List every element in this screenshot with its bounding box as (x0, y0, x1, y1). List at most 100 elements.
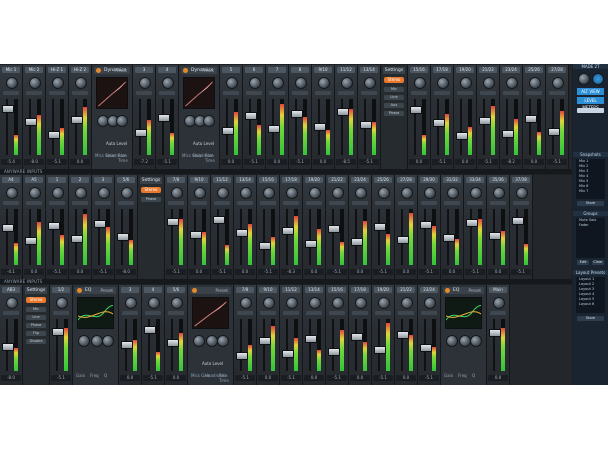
pan-knob[interactable] (121, 187, 133, 199)
pan-knob[interactable] (309, 297, 321, 309)
pan-knob[interactable] (506, 77, 518, 89)
pan-knob[interactable] (483, 77, 495, 89)
layout-preset-item[interactable]: Layout 6 (576, 302, 605, 307)
channel-name[interactable]: 21/22 (397, 287, 415, 293)
mute-solo-buttons[interactable] (26, 91, 42, 95)
fader-handle[interactable] (479, 117, 491, 125)
preset-menu[interactable]: Preset (469, 287, 481, 294)
fader-handle[interactable] (167, 339, 179, 347)
fader-handle[interactable] (374, 346, 386, 354)
param-knob[interactable] (446, 335, 458, 347)
channel-name[interactable]: Hi-Z 1 (48, 67, 66, 73)
pan-knob[interactable] (529, 77, 541, 89)
mute-solo-buttons[interactable] (352, 201, 368, 205)
pan-knob[interactable] (52, 187, 64, 199)
fader-handle[interactable] (25, 118, 37, 126)
fader-handle[interactable] (213, 216, 225, 224)
fader-handle[interactable] (466, 219, 478, 227)
pan-knob[interactable] (460, 77, 472, 89)
power-icon[interactable] (192, 288, 197, 293)
volume-knob[interactable] (592, 73, 604, 85)
pan-knob[interactable] (194, 187, 206, 199)
pan-knob[interactable] (171, 187, 183, 199)
pan-knob[interactable] (341, 77, 353, 89)
auto-level-label[interactable]: Auto Level (193, 141, 214, 146)
pan-knob[interactable] (263, 187, 275, 199)
settings-option-button[interactable]: Disable (26, 339, 46, 344)
mute-solo-buttons[interactable] (72, 91, 88, 95)
pan-knob[interactable] (148, 297, 160, 309)
fader-handle[interactable] (374, 223, 386, 231)
pan-knob[interactable] (447, 187, 459, 199)
fader-handle[interactable] (2, 105, 14, 113)
pan-knob[interactable] (552, 77, 564, 89)
mute-solo-buttons[interactable] (246, 91, 262, 95)
level-meters-button[interactable]: LEVEL METERS (577, 97, 604, 110)
pan-knob[interactable] (295, 77, 307, 89)
fader-handle[interactable] (94, 220, 106, 228)
pan-knob[interactable] (217, 187, 229, 199)
mute-solo-buttons[interactable] (159, 91, 175, 95)
auto-level-label[interactable]: Auto Level (202, 361, 223, 366)
channel-name[interactable]: A4 (2, 177, 20, 183)
mute-solo-buttons[interactable] (223, 91, 239, 95)
fader-handle[interactable] (52, 328, 64, 336)
pan-knob[interactable] (56, 297, 68, 309)
channel-name[interactable]: 35/36 (489, 177, 507, 183)
mute-solo-buttons[interactable] (315, 91, 331, 95)
channel-name[interactable]: 5/6 (167, 287, 185, 293)
monitor-knob[interactable] (578, 73, 590, 85)
mute-solo-buttons[interactable] (467, 201, 483, 205)
param-knob[interactable] (217, 335, 229, 347)
channel-name[interactable]: 17/18 (351, 287, 369, 293)
pan-knob[interactable] (318, 77, 330, 89)
channel-name[interactable]: 5/6 (117, 177, 135, 183)
power-icon[interactable] (77, 288, 82, 293)
mute-solo-buttons[interactable] (338, 91, 354, 95)
mute-solo-buttons[interactable] (503, 91, 519, 95)
fader-handle[interactable] (410, 106, 422, 114)
mute-solo-buttons[interactable] (398, 311, 414, 315)
mute-solo-buttons[interactable] (191, 201, 207, 205)
fader-handle[interactable] (328, 348, 340, 356)
mute-solo-buttons[interactable] (306, 311, 322, 315)
fader-handle[interactable] (2, 343, 14, 351)
mute-solo-buttons[interactable] (269, 91, 285, 95)
pan-knob[interactable] (332, 187, 344, 199)
channel-name[interactable]: A5 (25, 177, 43, 183)
channel-name[interactable]: 19/20 (374, 287, 392, 293)
pan-knob[interactable] (493, 297, 505, 309)
channel-name[interactable]: 11/12 (282, 287, 300, 293)
fader-handle[interactable] (48, 222, 60, 230)
fader-handle[interactable] (420, 344, 432, 352)
settings-option-button[interactable]: Mic (26, 307, 46, 312)
mute-solo-buttons[interactable] (421, 201, 437, 205)
fader-handle[interactable] (489, 329, 501, 337)
channel-name[interactable]: AB3 (2, 287, 20, 293)
settings-option-button[interactable]: Phase (141, 197, 161, 202)
channel-name[interactable]: 13/14 (360, 67, 378, 73)
channel-name[interactable]: 8 (291, 67, 309, 73)
fader-handle[interactable] (135, 129, 147, 137)
mute-solo-buttons[interactable] (375, 311, 391, 315)
channel-name[interactable]: 15/16 (328, 287, 346, 293)
mute-solo-buttons[interactable] (361, 91, 377, 95)
channel-name[interactable]: Hi-Z 2 (71, 67, 89, 73)
channel-name[interactable]: 27/28 (548, 67, 566, 73)
pan-knob[interactable] (98, 187, 110, 199)
pan-knob[interactable] (6, 187, 18, 199)
channel-name[interactable]: 5 (222, 67, 240, 73)
pan-knob[interactable] (332, 297, 344, 309)
channel-name[interactable]: 11/12 (213, 177, 231, 183)
fader-handle[interactable] (433, 119, 445, 127)
fader-handle[interactable] (236, 229, 248, 237)
channel-name[interactable]: 9/10 (190, 177, 208, 183)
mute-solo-buttons[interactable] (260, 311, 276, 315)
fader-handle[interactable] (259, 337, 271, 345)
pan-knob[interactable] (401, 187, 413, 199)
fader-handle[interactable] (489, 232, 501, 240)
channel-name[interactable]: 1/2 (52, 287, 70, 293)
param-knob[interactable] (203, 115, 215, 127)
mute-solo-buttons[interactable] (411, 91, 427, 95)
fader-handle[interactable] (158, 114, 170, 122)
